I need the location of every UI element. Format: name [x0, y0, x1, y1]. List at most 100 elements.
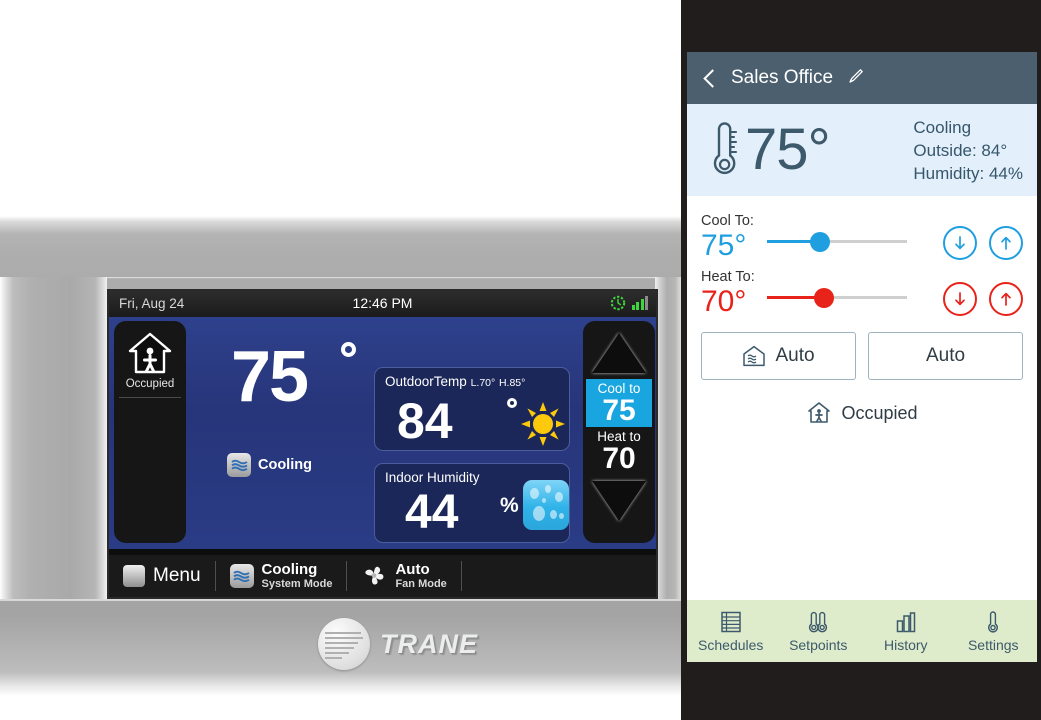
cool-increase-button[interactable] — [989, 226, 1023, 260]
house-occupied-icon — [128, 332, 172, 374]
phone-frame: Sales Office 75° Cooling Outside: 84° Hu… — [681, 0, 1041, 720]
bar-chart-icon — [896, 611, 915, 632]
degree-symbol — [507, 398, 517, 408]
heat-increase-button[interactable] — [989, 282, 1023, 316]
device-fan-mode-label: Fan Mode — [395, 577, 447, 590]
cool-setpoint-row: Cool To: 75° — [701, 206, 1023, 262]
house-occupied-icon — [808, 402, 831, 423]
device-system-status-label: Cooling — [258, 457, 312, 473]
device-system-status: Cooling — [227, 453, 312, 477]
device-system-mode-label: System Mode — [261, 577, 333, 590]
device-fan-mode-button[interactable]: Auto Fan Mode — [347, 555, 460, 597]
arrow-up-icon — [1001, 292, 1011, 306]
device-indoor-temperature: 75 — [231, 337, 309, 417]
menu-stack-icon — [123, 565, 145, 587]
outdoor-card-title: OutdoorTemp L.70° H.85° — [385, 374, 525, 389]
status-time: 12:46 PM — [352, 295, 413, 311]
cooling-waves-icon — [229, 564, 254, 588]
heat-to-label: Heat To: — [701, 269, 755, 285]
divider — [119, 397, 181, 398]
thermometer-icon — [988, 610, 999, 632]
arrow-down-icon — [955, 236, 965, 250]
degree-symbol — [341, 342, 356, 357]
back-chevron-icon[interactable] — [701, 69, 719, 87]
heat-decrease-button[interactable] — [943, 282, 977, 316]
occupancy-status: Occupied — [701, 400, 1023, 426]
nav-item-settings[interactable]: Settings — [950, 600, 1038, 662]
device-menu-button[interactable]: Menu — [109, 555, 215, 597]
device-bezel-right — [655, 277, 681, 599]
cool-slider[interactable] — [767, 224, 907, 258]
nav-label-setpoints: Setpoints — [789, 636, 848, 653]
summary-temperature-value: 75° — [745, 117, 831, 182]
fan-mode-button[interactable]: Auto — [868, 332, 1023, 380]
device-setpoint-column: Cool to 75 Heat to 70 — [583, 321, 655, 543]
triangle-down-icon[interactable] — [592, 481, 646, 521]
trane-emblem-icon — [318, 618, 370, 670]
clock-icon — [610, 295, 625, 311]
heat-steppers — [943, 282, 1023, 316]
divider — [460, 561, 462, 591]
system-mode-button[interactable]: Auto — [701, 332, 856, 380]
thermostat-screen: Fri, Aug 24 12:46 PM Occupied 75 Cooling… — [107, 289, 658, 599]
summary-status: Cooling — [913, 117, 972, 137]
cool-steppers — [943, 226, 1023, 260]
cool-slider-thumb[interactable] — [810, 232, 831, 252]
nav-item-schedules[interactable]: Schedules — [687, 600, 775, 662]
device-occupancy-label: Occupied — [125, 378, 175, 390]
thermometer-icon — [713, 122, 738, 175]
device-fan-mode-value: Auto — [395, 560, 430, 578]
device-menu-label: Menu — [153, 565, 201, 586]
page-title: Sales Office — [731, 67, 834, 88]
cool-to-value: 75° — [701, 229, 747, 262]
thermostat-app: Sales Office 75° Cooling Outside: 84° Hu… — [687, 52, 1037, 662]
device-system-mode-button[interactable]: Cooling System Mode — [216, 555, 347, 597]
nav-label-history: History — [883, 636, 928, 653]
pencil-icon[interactable] — [847, 67, 865, 90]
device-heat-setpoint[interactable]: Heat to 70 — [586, 429, 652, 477]
outdoor-card-low: L.70° — [470, 377, 496, 389]
outdoor-card-high: H.85° — [498, 377, 526, 389]
outdoor-temp-value: 84 — [397, 393, 453, 449]
signal-bars-icon — [631, 296, 648, 310]
cooling-waves-icon — [227, 453, 251, 477]
content-spacer — [687, 426, 1037, 600]
cool-decrease-button[interactable] — [943, 226, 977, 260]
status-date: Fri, Aug 24 — [119, 296, 185, 311]
sun-icon — [521, 402, 565, 446]
fan-mode-label: Auto — [925, 345, 966, 366]
device-cool-setpoint[interactable]: Cool to 75 — [586, 379, 652, 427]
nav-item-history[interactable]: History — [862, 600, 950, 662]
arrow-down-icon — [955, 292, 965, 306]
heat-slider[interactable] — [767, 280, 907, 314]
arrow-up-icon — [1001, 236, 1011, 250]
humidity-unit: % — [500, 494, 519, 517]
occupancy-label: Occupied — [841, 402, 918, 423]
system-mode-label: Auto — [775, 345, 815, 366]
heat-setpoint-row: Heat To: 70° — [701, 262, 1023, 318]
device-occupancy-panel[interactable]: Occupied — [114, 321, 186, 543]
setpoint-controls: Cool To: 75° Heat To: 70° Auto Auto Occu… — [687, 196, 1037, 426]
device-outdoor-temp-card: OutdoorTemp L.70° H.85° 84 — [374, 367, 570, 451]
two-thermometers-icon — [809, 611, 828, 632]
status-summary-panel: 75° Cooling Outside: 84° Humidity: 44% — [687, 104, 1037, 196]
cool-to-label: Cool To: — [701, 213, 754, 229]
thermostat-device-photo: Fri, Aug 24 12:46 PM Occupied 75 Cooling… — [0, 0, 681, 720]
triangle-up-icon[interactable] — [592, 333, 646, 373]
device-main-area: Occupied 75 Cooling OutdoorTemp L.70° H.… — [109, 317, 656, 549]
heat-setpoint-labels: Heat To: 70° — [701, 269, 767, 318]
heat-slider-thumb[interactable] — [814, 288, 835, 308]
nav-item-setpoints[interactable]: Setpoints — [775, 600, 863, 662]
summary-outside-temp: Outside: 84° — [913, 140, 1008, 160]
cool-setpoint-labels: Cool To: 75° — [701, 213, 767, 262]
fan-icon — [365, 566, 384, 585]
nav-label-settings: Settings — [967, 636, 1019, 653]
outdoor-card-label: OutdoorTemp — [385, 374, 467, 389]
nav-label-schedules: Schedules — [698, 636, 764, 653]
summary-details: Cooling Outside: 84° Humidity: 44% — [913, 116, 1023, 185]
app-header: Sales Office — [687, 52, 1037, 104]
device-footer-toolbar: Menu Cooling System Mode Auto Fan Mode — [109, 555, 656, 597]
trane-wordmark: TRANE — [380, 628, 478, 659]
humidity-value: 44 — [405, 486, 459, 539]
device-system-mode-value: Cooling — [261, 560, 318, 578]
